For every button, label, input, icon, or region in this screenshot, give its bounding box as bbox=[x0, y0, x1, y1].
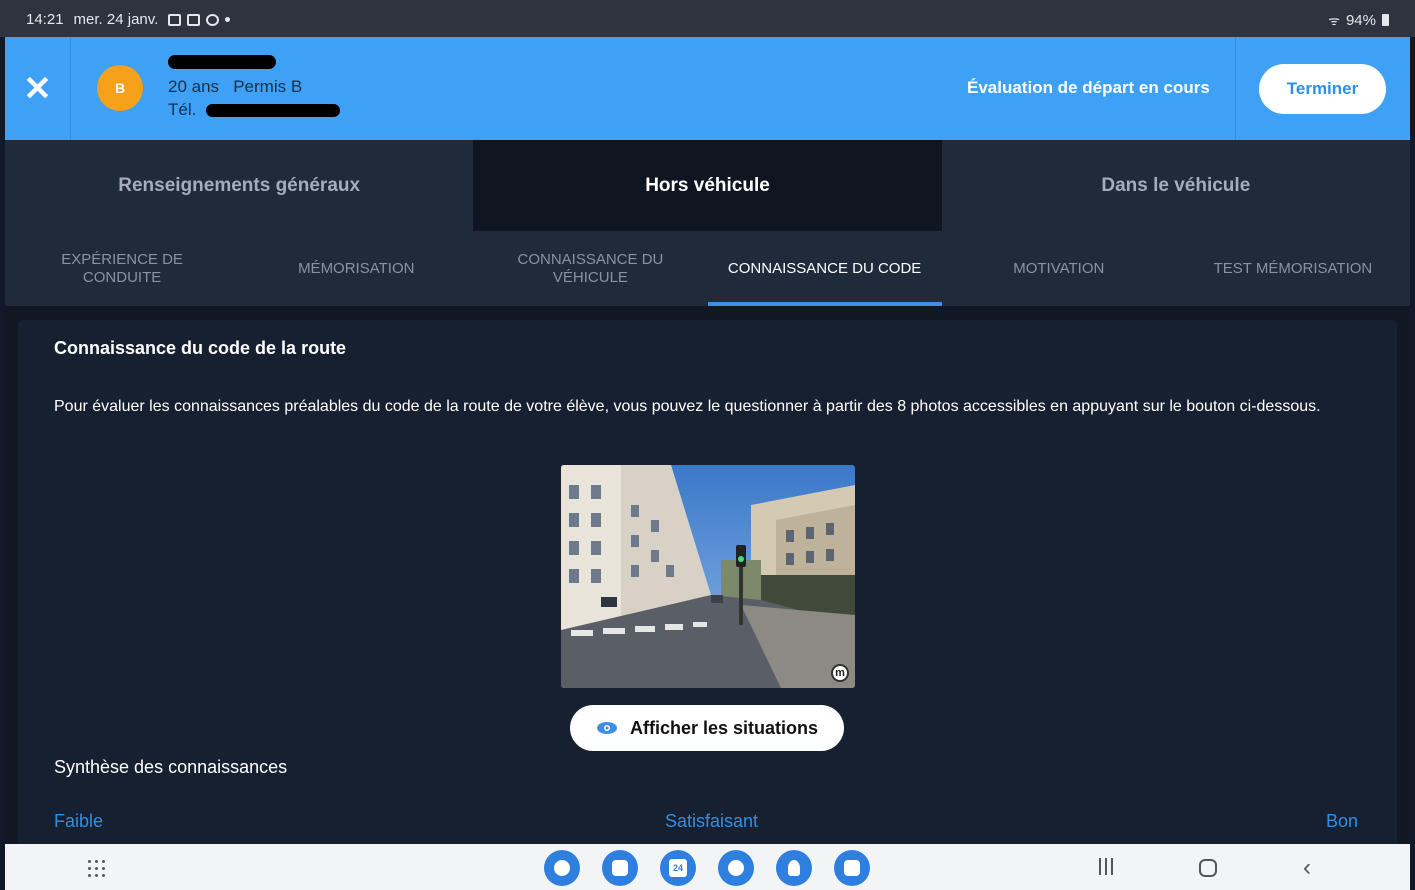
tab-general-info[interactable]: Renseignements généraux bbox=[5, 140, 474, 231]
notification-dot-icon bbox=[225, 17, 231, 22]
show-situations-label: Afficher les situations bbox=[629, 717, 819, 738]
knowledge-synthesis-label: Synthèse des connaissances bbox=[54, 757, 288, 777]
student-info: 20 ans Permis B Tél. bbox=[168, 55, 341, 120]
gallery-icon bbox=[168, 13, 182, 26]
status-time: 14:21 bbox=[26, 11, 64, 28]
close-icon: ✕ bbox=[23, 69, 52, 108]
eye-icon bbox=[596, 722, 617, 734]
files-app-icon[interactable] bbox=[602, 850, 638, 886]
street-scene-image bbox=[561, 465, 855, 688]
camera-app-icon[interactable] bbox=[834, 850, 870, 886]
subtab-code-knowledge[interactable]: CONNAISSANCE DU CODE bbox=[707, 231, 942, 306]
student-license: Permis B bbox=[233, 77, 303, 96]
evaluation-status: Évaluation de départ en cours bbox=[967, 78, 1210, 97]
recent-apps-icon[interactable] bbox=[1099, 858, 1113, 875]
subtab-motivation[interactable]: MOTIVATION bbox=[942, 231, 1176, 306]
tab-outside-vehicle[interactable]: Hors véhicule bbox=[473, 140, 942, 231]
subtab-vehicle-knowledge[interactable]: CONNAISSANCE DU VÉHICULE bbox=[473, 231, 707, 306]
evaluation-header: ✕ B 20 ans Permis B Tél. Évaluation de d… bbox=[5, 37, 1410, 140]
header-divider bbox=[1235, 37, 1236, 140]
redacted-name bbox=[168, 55, 276, 69]
apps-grid-icon[interactable] bbox=[88, 860, 106, 878]
subtab-memorization[interactable]: MÉMORISATION bbox=[239, 231, 473, 306]
avatar: B bbox=[97, 65, 143, 111]
phone-label: Tél. bbox=[168, 100, 197, 119]
app-dock: 24 bbox=[544, 850, 870, 886]
subtab-memorization-test[interactable]: TEST MÉMORISATION bbox=[1176, 231, 1410, 306]
back-icon[interactable]: ‹ bbox=[1303, 854, 1311, 882]
status-date: mer. 24 janv. bbox=[73, 11, 159, 28]
sync-icon bbox=[206, 13, 220, 26]
section-title: Connaissance du code de la route bbox=[54, 338, 347, 358]
code-knowledge-card: Connaissance du code de la route Pour év… bbox=[18, 320, 1397, 850]
student-phone: Tél. bbox=[168, 100, 341, 120]
student-age: 20 ans bbox=[168, 77, 220, 96]
scale-high-label[interactable]: Bon bbox=[1326, 811, 1358, 832]
subtab-driving-experience[interactable]: EXPÉRIENCE DE CONDUITE bbox=[5, 231, 239, 306]
wifi-icon: ᯤ bbox=[1328, 13, 1340, 28]
scale-mid-label[interactable]: Satisfaisant bbox=[665, 811, 758, 832]
battery-level: 94% bbox=[1345, 11, 1376, 29]
battery-icon bbox=[1382, 14, 1389, 26]
calendar-app-icon[interactable]: 24 bbox=[660, 850, 696, 886]
home-icon[interactable] bbox=[1199, 859, 1217, 877]
messages-app-icon[interactable] bbox=[718, 850, 754, 886]
calendar-icon bbox=[187, 13, 201, 26]
show-situations-button[interactable]: Afficher les situations bbox=[570, 705, 844, 751]
scale-low-label[interactable]: Faible bbox=[54, 811, 103, 832]
section-description: Pour évaluer les connaissances préalable… bbox=[54, 398, 1321, 415]
sub-tabs: EXPÉRIENCE DE CONDUITE MÉMORISATION CONN… bbox=[5, 231, 1410, 306]
photo-source-badge-icon: m bbox=[831, 664, 849, 682]
contacts-app-icon[interactable] bbox=[776, 850, 812, 886]
tab-in-vehicle[interactable]: Dans le véhicule bbox=[941, 140, 1410, 231]
main-content: Connaissance du code de la route Pour év… bbox=[5, 306, 1410, 850]
status-bar: 14:21 mer. 24 janv. ᯤ 94% bbox=[0, 0, 1415, 37]
street-situation-photo[interactable]: m bbox=[561, 465, 855, 688]
system-nav-bar: 24 ‹ bbox=[5, 844, 1410, 890]
main-tabs: Renseignements généraux Hors véhicule Da… bbox=[5, 140, 1410, 231]
finish-button[interactable]: Terminer bbox=[1259, 64, 1386, 114]
student-age-license: 20 ans Permis B bbox=[168, 77, 340, 97]
browser-app-icon[interactable] bbox=[544, 850, 580, 886]
redacted-phone bbox=[206, 103, 341, 117]
close-button[interactable]: ✕ bbox=[5, 37, 71, 140]
